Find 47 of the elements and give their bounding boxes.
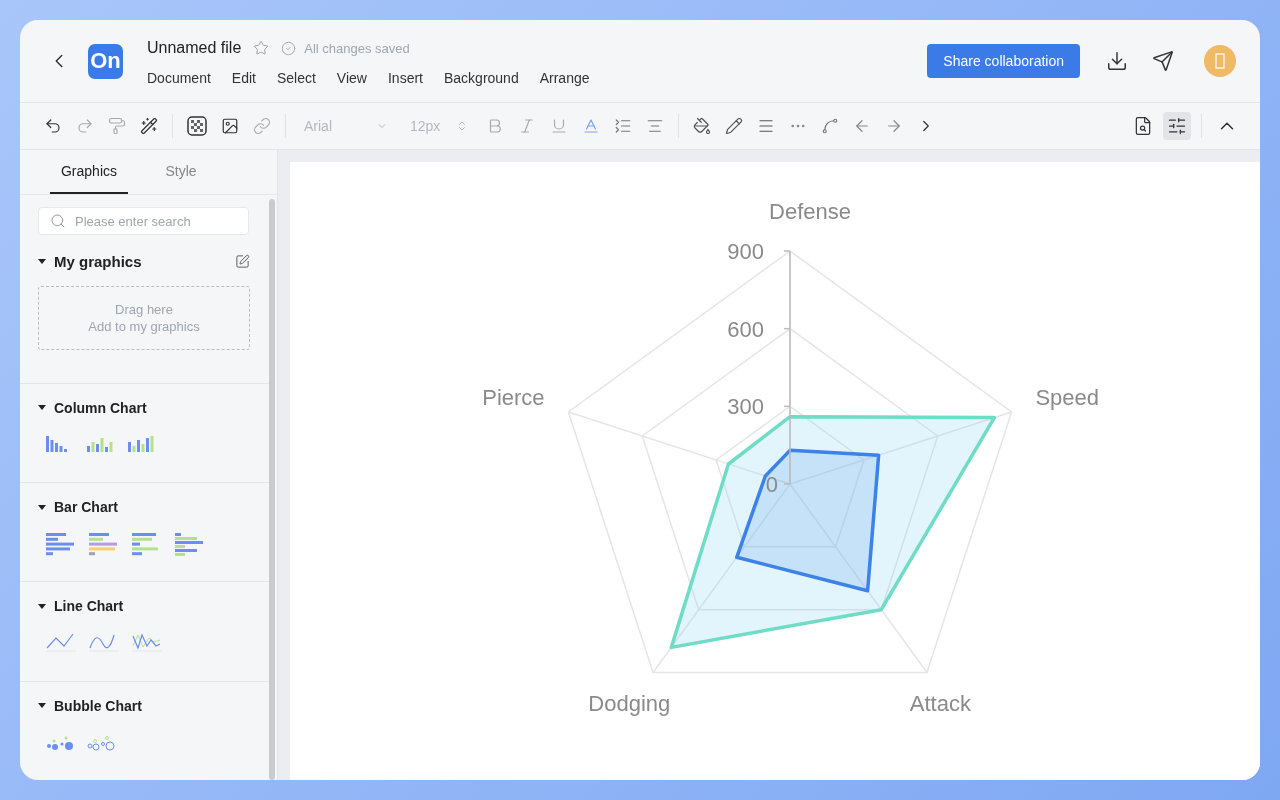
axis-tick-label: 0 <box>765 472 778 497</box>
axis-category-label: Defense <box>769 198 851 224</box>
sidebar-tab[interactable]: Graphics <box>50 150 128 194</box>
chart-thumbnail-icon[interactable] <box>128 433 156 452</box>
drop-hint: Add to my graphics <box>88 318 200 334</box>
chart-thumbnail-icon[interactable] <box>89 632 119 653</box>
search-icon <box>50 213 66 229</box>
menu-item[interactable]: Edit <box>231 70 256 86</box>
avatar-glyph-icon <box>1215 53 1225 69</box>
axis-tick-label: 600 <box>727 316 764 342</box>
menu-item[interactable]: Document <box>147 70 211 86</box>
sliders-icon[interactable] <box>1163 112 1191 140</box>
menu-item[interactable]: Select <box>276 70 316 86</box>
chart-thumbnail-icon[interactable] <box>89 533 119 558</box>
axis-category-label: Attack <box>909 691 971 716</box>
section-title: My graphics <box>54 253 142 270</box>
axis-tick-label: 900 <box>727 239 764 264</box>
caret-icon[interactable] <box>38 703 46 709</box>
chart-thumbnail-icon[interactable] <box>46 533 76 558</box>
share-button[interactable]: Share collaboration <box>927 44 1080 78</box>
app-logo: On <box>88 43 123 79</box>
axis-category-label: Pierce <box>482 384 545 410</box>
caret-icon[interactable] <box>38 405 46 411</box>
edit-icon[interactable] <box>235 254 250 269</box>
axis-category-label: Dodging <box>588 691 671 716</box>
chart-thumbnail-icon[interactable] <box>175 533 205 558</box>
menu-item[interactable]: Arrange <box>539 70 590 86</box>
axis-tick-label: 300 <box>727 394 764 420</box>
caret-icon[interactable] <box>38 603 46 609</box>
drop-hint: Drag here <box>115 301 173 317</box>
caret-icon[interactable] <box>38 259 46 264</box>
section-title: Line Chart <box>54 598 124 615</box>
chart-thumbnail-icon[interactable] <box>132 632 162 653</box>
save-status: All changes saved <box>304 40 410 56</box>
menu-item[interactable]: Background <box>443 70 519 86</box>
caret-icon[interactable] <box>38 504 46 510</box>
axis-category-label: Speed <box>1035 384 1100 410</box>
menu-item[interactable]: Insert <box>387 70 423 86</box>
section-title: Bar Chart <box>54 499 118 516</box>
user-avatar[interactable] <box>1204 45 1236 77</box>
chart-thumbnail-icon[interactable] <box>46 632 76 653</box>
section-title: Bubble Chart <box>54 697 142 714</box>
search-field[interactable]: Please enter search <box>38 207 249 235</box>
section-title: Column Chart <box>54 399 147 416</box>
file-title[interactable]: Unnamed file <box>147 39 242 57</box>
check-circle-icon <box>281 40 297 56</box>
menu-item[interactable]: View <box>336 70 367 86</box>
